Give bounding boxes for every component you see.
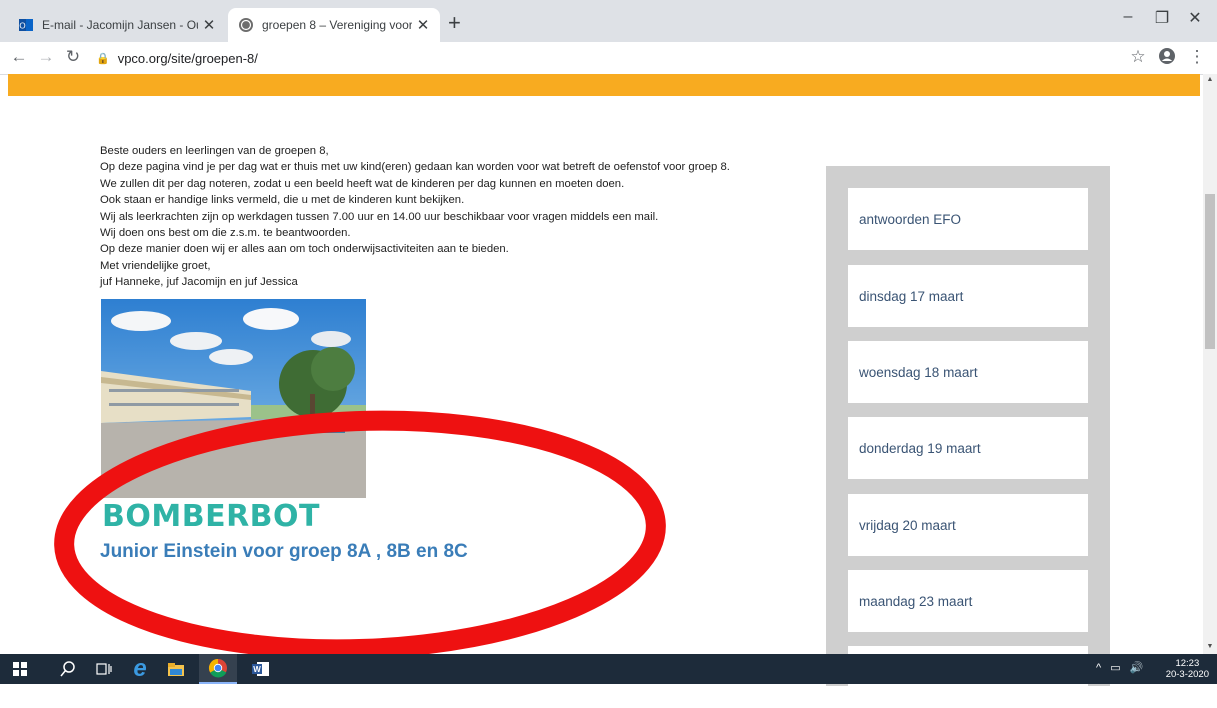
chevron-up-icon[interactable]: ^ [1096, 662, 1101, 674]
svg-text:O: O [19, 22, 25, 31]
clock-date: 20-3-2020 [1165, 669, 1209, 680]
sidebar-item-dinsdag-17-maart[interactable]: dinsdag 17 maart [848, 265, 1088, 327]
intro-line: Op deze pagina vind je per dag wat er th… [100, 161, 730, 174]
close-tab-icon[interactable]: ✕ [198, 16, 220, 34]
intro-line: We zullen dit per dag noteren, zodat u e… [100, 177, 625, 190]
bomberbot-logo[interactable]: BOMBERBOT [102, 500, 320, 534]
search-icon[interactable] [50, 654, 86, 684]
windows-taskbar: e W ^ ▭ 🔊 12:23 20-3-2020 [0, 654, 1217, 684]
site-logo-icon [239, 18, 253, 32]
sidebar-item-label: donderdag 19 maart [859, 440, 981, 456]
sidebar-item-maandag-23-maart[interactable]: maandag 23 maart [848, 570, 1088, 632]
junior-einstein-link[interactable]: Junior Einstein voor groep 8A , 8B en 8C [100, 541, 468, 563]
word-icon[interactable]: W [243, 654, 279, 684]
taskbar-clock[interactable]: 12:23 20-3-2020 [1166, 658, 1209, 680]
network-icon[interactable]: ▭ [1110, 662, 1120, 674]
sidebar-item-label: dinsdag 17 maart [859, 288, 964, 304]
close-window-icon[interactable]: ✕ [1173, 8, 1217, 28]
menu-dots-icon[interactable]: ⋮ [1186, 47, 1208, 67]
browser-tab-bar: O E-mail - Jacomijn Jansen - Outloo ✕ gr… [0, 0, 1217, 42]
reload-icon[interactable]: ↻ [61, 46, 85, 68]
sidebar-item-antwoorden-efo[interactable]: antwoorden EFO [848, 188, 1088, 250]
tab-outlook[interactable]: O E-mail - Jacomijn Jansen - Outloo ✕ [8, 8, 226, 42]
profile-icon[interactable] [1156, 47, 1178, 70]
lock-icon: 🔒 [96, 52, 110, 65]
intro-line: Op deze manier doen wij er alles aan om … [100, 243, 509, 256]
tab-groepen-8[interactable]: groepen 8 – Vereniging voor Pro ✕ [228, 8, 440, 42]
sidebar-item-label: maandag 23 maart [859, 593, 973, 609]
page-scrollbar[interactable]: ▲ ▼ [1203, 74, 1217, 654]
sidebar-item-woensdag-18-maart[interactable]: woensdag 18 maart [848, 341, 1088, 403]
scroll-up-arrow-icon[interactable]: ▲ [1203, 74, 1217, 88]
windows-start-icon[interactable] [2, 654, 38, 684]
sidebar-item-label: woensdag 18 maart [859, 364, 978, 380]
edge-browser-icon[interactable]: e [122, 654, 158, 684]
close-tab-icon[interactable]: ✕ [412, 16, 434, 34]
forward-icon[interactable]: → [34, 46, 58, 68]
scrollbar-thumb[interactable] [1205, 194, 1215, 349]
bookmark-star-icon[interactable]: ☆ [1127, 47, 1149, 67]
sidebar-item-donderdag-19-maart[interactable]: donderdag 19 maart [848, 417, 1088, 479]
task-view-icon[interactable] [86, 654, 122, 684]
address-bar[interactable]: 🔒 vpco.org/site/groepen-8/ [96, 46, 1100, 70]
chrome-icon[interactable] [199, 654, 237, 684]
new-tab-button[interactable]: + [448, 12, 461, 34]
intro-text: Beste ouders en leerlingen van de groepe… [100, 143, 820, 291]
url-text: vpco.org/site/groepen-8/ [117, 50, 258, 66]
scroll-down-arrow-icon[interactable]: ▼ [1203, 640, 1217, 654]
intro-line: Wij als leerkrachten zijn op werkdagen t… [100, 210, 659, 223]
sidebar-item-label: vrijdag 20 maart [859, 517, 956, 533]
header-bar [8, 74, 1200, 96]
browser-toolbar: ← → ↻ 🔒 vpco.org/site/groepen-8/ ☆ ⋮ [0, 42, 1217, 75]
sidebar-item-label: antwoorden EFO [859, 211, 962, 227]
day-sidebar: antwoorden EFO dinsdag 17 maart woensdag… [826, 166, 1110, 708]
clock-time: 12:23 [1175, 658, 1200, 669]
sidebar-item-vrijdag-20-maart[interactable]: vrijdag 20 maart [848, 494, 1088, 556]
intro-line: Ook staan er handige links vermeld, die … [100, 194, 465, 207]
volume-icon[interactable]: 🔊 [1130, 662, 1144, 674]
outlook-icon: O [19, 19, 33, 31]
tab-title: E-mail - Jacomijn Jansen - Outloo [42, 18, 198, 32]
school-photo [101, 299, 366, 498]
back-icon[interactable]: ← [7, 46, 31, 68]
file-explorer-icon[interactable] [158, 654, 194, 684]
intro-line: Met vriendelijke groet, [100, 259, 211, 272]
intro-line: juf Hanneke, juf Jacomijn en juf Jessica [100, 276, 298, 289]
svg-text:W: W [253, 665, 261, 674]
intro-line: Wij doen ons best om die z.s.m. te beant… [100, 227, 351, 240]
system-tray: ^ ▭ 🔊 [1096, 661, 1143, 674]
tab-title: groepen 8 – Vereniging voor Pro [262, 18, 412, 32]
intro-line: Beste ouders en leerlingen van de groepe… [100, 145, 329, 157]
